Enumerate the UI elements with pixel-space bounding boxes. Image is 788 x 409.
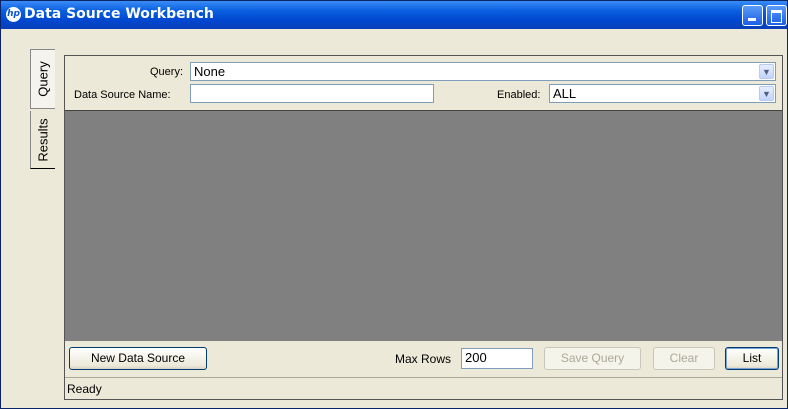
enabled-label: Enabled:: [497, 89, 541, 101]
action-bar: New Data Source Max Rows 200 Save Query …: [65, 342, 782, 377]
max-rows-input[interactable]: 200: [461, 348, 533, 369]
results-area: [65, 111, 782, 341]
query-label: Query:: [150, 66, 184, 78]
query-select-value: None: [194, 64, 226, 79]
hp-logo-icon: hp: [6, 7, 21, 22]
clear-button[interactable]: Clear: [653, 347, 715, 370]
status-bar: Ready: [65, 377, 782, 399]
tab-results-label: Results: [35, 117, 51, 162]
chevron-down-icon[interactable]: ▼: [759, 86, 774, 101]
enabled-select[interactable]: ALL ▼: [549, 84, 776, 103]
window-title: Data Source Workbench: [24, 6, 214, 22]
tab-query[interactable]: Query: [30, 49, 55, 109]
tab-results[interactable]: Results: [30, 111, 55, 169]
query-select[interactable]: None ▼: [190, 62, 776, 81]
enabled-select-value: ALL: [553, 86, 577, 101]
app-window: hp Data Source Workbench Query Results Q…: [0, 0, 788, 409]
minimize-button[interactable]: [742, 5, 763, 26]
chevron-down-icon[interactable]: ▼: [759, 64, 774, 79]
maximize-button[interactable]: [766, 5, 787, 26]
title-bar[interactable]: hp Data Source Workbench: [1, 1, 787, 29]
status-text: Ready: [67, 382, 102, 396]
query-panel: Query: None ▼ Data Source Name: Enabled:…: [64, 55, 783, 400]
filter-section: Query: None ▼ Data Source Name: Enabled:…: [65, 56, 782, 111]
data-source-name-label: Data Source Name:: [74, 89, 171, 101]
new-data-source-button[interactable]: New Data Source: [69, 347, 207, 370]
save-query-button[interactable]: Save Query: [544, 347, 641, 370]
tab-query-label: Query: [35, 61, 51, 97]
data-source-name-input[interactable]: [190, 84, 434, 103]
max-rows-label: Max Rows: [395, 352, 452, 366]
list-button[interactable]: List: [725, 347, 779, 370]
